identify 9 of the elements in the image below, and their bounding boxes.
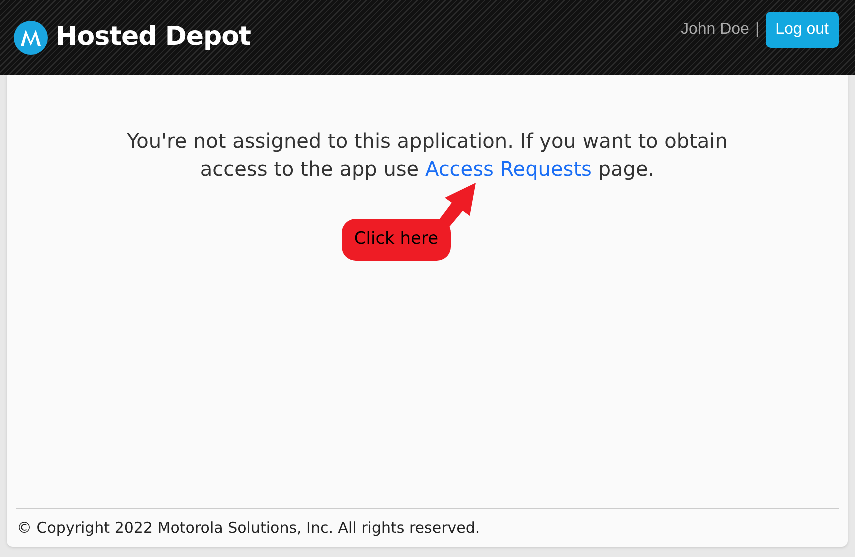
brand-title: Hosted Depot (56, 21, 251, 54)
access-message: You're not assigned to this application. If you want to obtain access to the app use Access Requests page. (126, 128, 729, 183)
callout-bubble: Click here (342, 219, 451, 261)
logo-icon (14, 20, 48, 54)
user-name: John Doe (680, 20, 750, 40)
separator: | (755, 20, 760, 40)
logout-button[interactable]: Log out (766, 12, 839, 48)
access-requests-link[interactable]: Access Requests (425, 157, 592, 181)
copyright-text: © Copyright 2022 Motorola Solutions, Inc. All rights reserved. (16, 518, 482, 538)
